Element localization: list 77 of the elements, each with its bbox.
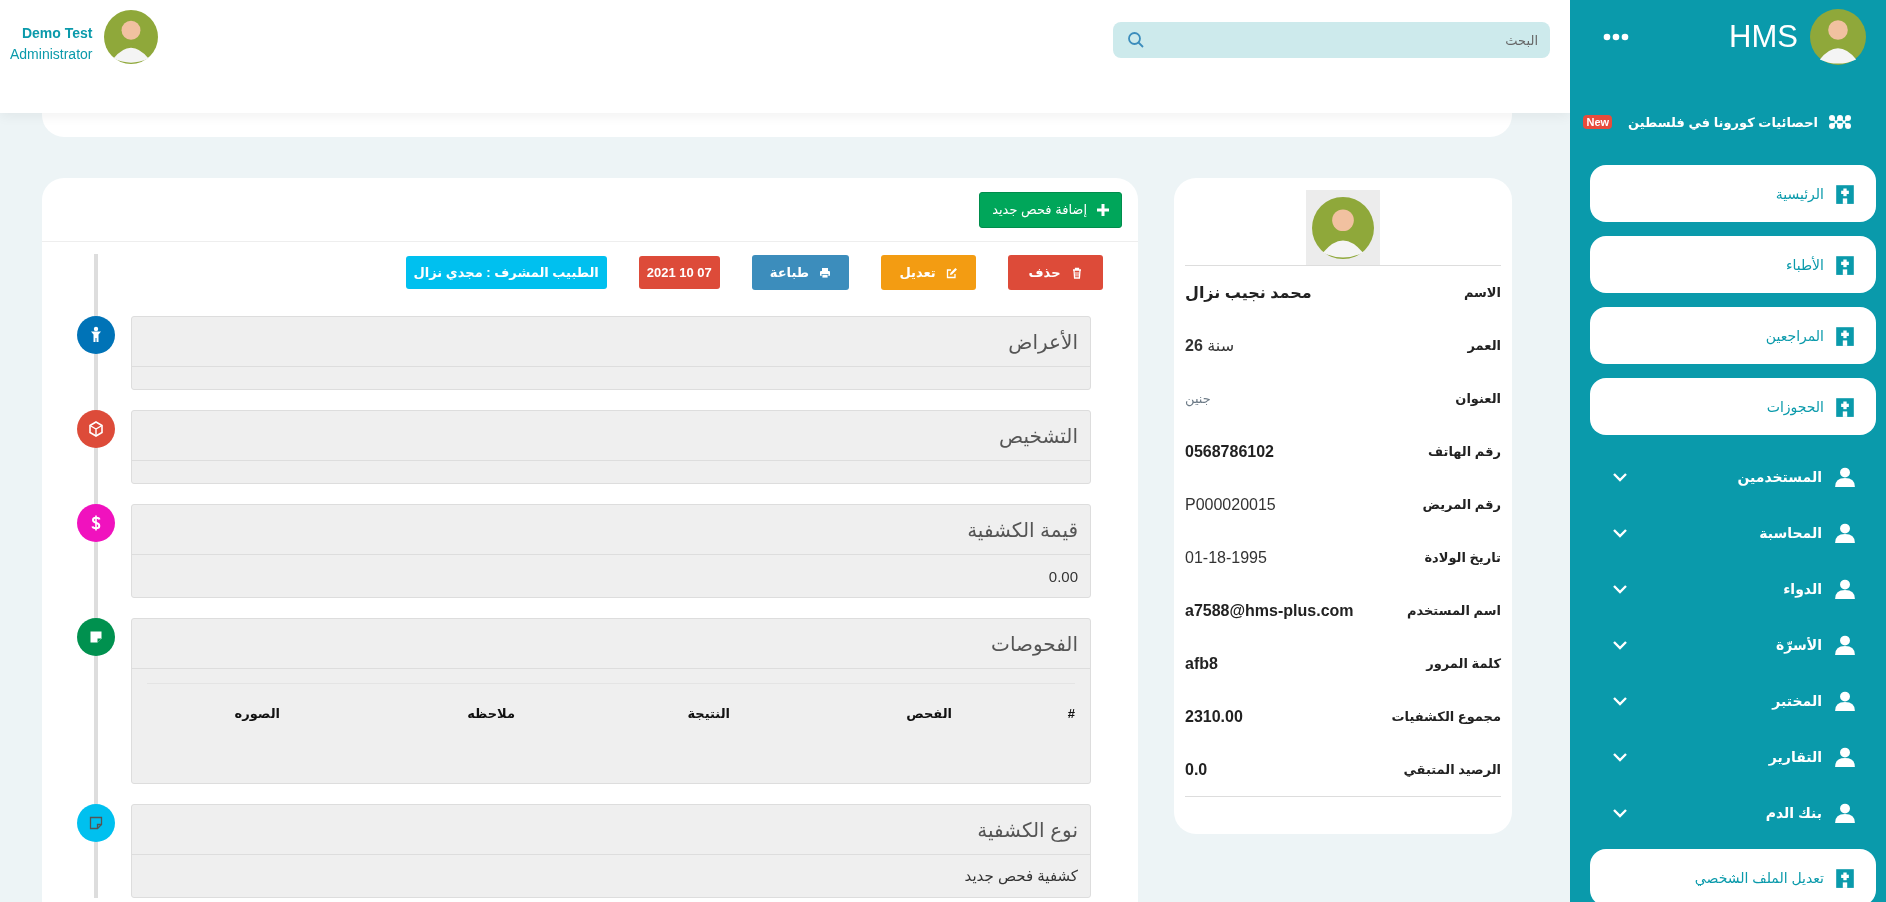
section-title: نوع الكشفية <box>132 805 1090 855</box>
user-avatar <box>104 10 159 64</box>
plus-icon <box>1097 203 1109 216</box>
field-label: رقم الهاتف <box>1428 444 1501 459</box>
menu-item[interactable]: التقارير <box>1590 729 1876 785</box>
user-icon <box>1834 522 1856 544</box>
field-value: 2310.00 <box>1185 707 1243 726</box>
menu-item[interactable]: بنك الدم <box>1590 785 1876 841</box>
user-icon <box>1834 466 1856 488</box>
field-value: P000020015 <box>1185 495 1276 514</box>
menu-card[interactable]: الحجوزات <box>1590 378 1876 435</box>
add-exam-button[interactable]: إضافة فحص جديد <box>979 191 1122 228</box>
field-value: 0568786102 <box>1185 442 1274 461</box>
menu-item[interactable]: المحاسبة <box>1590 505 1876 561</box>
column-header: الصوره <box>234 706 280 721</box>
field-value: a7588@hms-plus.com <box>1185 601 1354 620</box>
section-title: التشخيص <box>132 411 1090 461</box>
user-role: Administrator <box>10 45 93 62</box>
section-value: كشفية فحص جديد <box>964 867 1078 885</box>
user-icon <box>1834 746 1856 768</box>
user-icon <box>1834 690 1856 712</box>
section-value: 0.00 <box>1048 567 1078 585</box>
menu-item[interactable]: المختبر <box>1590 673 1876 729</box>
search-icon <box>1127 31 1145 49</box>
hospital-icon <box>1834 182 1856 205</box>
network-icon <box>1828 114 1852 130</box>
patient-avatar <box>1312 196 1374 259</box>
hospital-icon <box>1834 253 1856 276</box>
delete-button[interactable]: حذف <box>1008 255 1103 290</box>
field-label: العمر <box>1467 338 1501 353</box>
menu-card[interactable]: الأطباء <box>1590 236 1876 293</box>
menu-card[interactable]: الرئيسية <box>1590 165 1876 222</box>
new-badge: New <box>1583 115 1613 129</box>
section-title: الفحوصات <box>132 619 1090 669</box>
menu-card[interactable]: المراجعين <box>1590 307 1876 364</box>
user-icon <box>1834 634 1856 656</box>
search-field[interactable]: البحث <box>1113 22 1550 58</box>
field-label: مجموع الكشفيات <box>1391 709 1501 724</box>
field-value: afb8 <box>1185 654 1218 673</box>
field-label: اسم المستخدم <box>1406 603 1501 618</box>
field-label: الاسم <box>1463 285 1501 300</box>
edit-button[interactable]: تعديل <box>881 255 976 290</box>
hospital-icon <box>1834 866 1856 889</box>
field-label: العنوان <box>1455 391 1501 406</box>
hospital-icon <box>1834 324 1856 347</box>
trash-icon <box>1070 266 1083 279</box>
field-value: 0.0 <box>1185 760 1208 779</box>
section-title: قيمة الكشفية <box>132 505 1090 555</box>
print-button[interactable]: طباعة <box>751 255 849 290</box>
info-label: 2021 10 07 <box>638 256 720 289</box>
edit-icon <box>945 266 958 279</box>
printer-icon <box>819 266 831 279</box>
field-value: جنين <box>1185 391 1211 406</box>
user-avatar <box>1810 9 1866 65</box>
field-label: الرصيد المتبقي <box>1403 762 1501 777</box>
info-label: الطبيب المشرف : مجدي نزال <box>405 256 607 289</box>
hospital-icon <box>1834 395 1856 418</box>
column-header: ملاحظه <box>466 706 515 721</box>
user-name: Demo Test <box>21 24 93 41</box>
column-header: # <box>1066 706 1075 721</box>
menu-item[interactable]: الأسرّة <box>1590 617 1876 673</box>
brand-logo-text: HMS <box>1729 19 1798 55</box>
sidebar-link[interactable]: احصائيات كورونا في فلسطين <box>1628 114 1818 130</box>
field-value: 01-18-1995 <box>1185 548 1267 567</box>
user-icon <box>1834 802 1856 824</box>
field-label: رقم المريض <box>1422 497 1501 512</box>
field-value: محمد نجيب نزال <box>1185 283 1312 302</box>
field-label: كلمة المرور <box>1426 656 1501 671</box>
column-header: النتيجة <box>686 706 730 721</box>
field-label: تاريخ الولادة <box>1424 550 1501 565</box>
menu-item[interactable]: الدواء <box>1590 561 1876 617</box>
section-title: الأعراض <box>132 317 1090 367</box>
more-menu-icon <box>1603 33 1629 41</box>
menu-card[interactable]: تعديل الملف الشخصي <box>1590 849 1876 902</box>
column-header: الفحص <box>905 706 952 721</box>
user-icon <box>1834 578 1856 600</box>
menu-item[interactable]: المستخدمين <box>1590 449 1876 505</box>
